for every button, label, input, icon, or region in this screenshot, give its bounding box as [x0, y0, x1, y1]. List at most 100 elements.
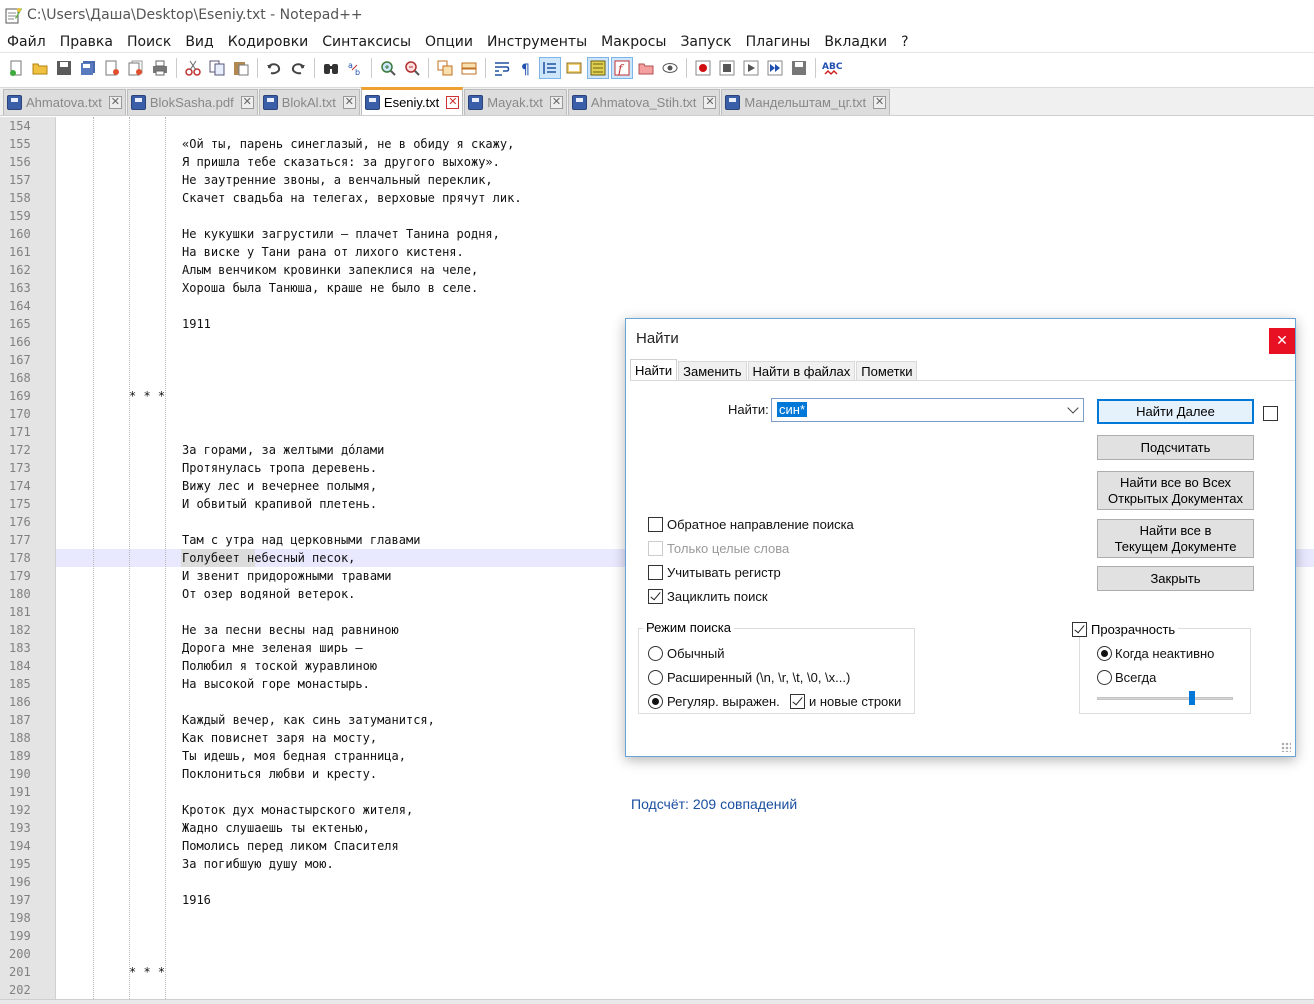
menu-settings[interactable]: Опции: [418, 34, 480, 50]
find-dialog: Найти ✕ Найти Заменить Найти в файлах По…: [625, 318, 1296, 812]
transparency-slider-track[interactable]: [1097, 697, 1233, 700]
cut-icon[interactable]: [182, 57, 204, 79]
tab-close-icon[interactable]: ✕: [342, 96, 356, 109]
search-mode-regex-radio[interactable]: [648, 694, 663, 709]
find-next-button[interactable]: Найти Далее: [1097, 399, 1254, 424]
dialog-title: Найти: [636, 330, 679, 347]
line-number: 194: [9, 839, 31, 853]
copy-icon[interactable]: [206, 57, 228, 79]
close-file-icon[interactable]: [101, 57, 123, 79]
line-number: 157: [9, 173, 31, 187]
transparency-on-lose-focus-radio[interactable]: [1097, 646, 1112, 661]
paste-icon[interactable]: [230, 57, 252, 79]
show-all-chars-icon[interactable]: ¶: [515, 57, 537, 79]
run-macro-multiple-icon[interactable]: [764, 57, 786, 79]
tab-ahmatova-stih[interactable]: Ahmatova_Stih.txt ✕: [567, 89, 721, 115]
resize-grip-icon[interactable]: [1281, 742, 1291, 752]
indent-guide-icon[interactable]: [539, 57, 561, 79]
open-file-icon[interactable]: [29, 57, 51, 79]
line-number: 167: [9, 353, 31, 367]
chevron-down-icon[interactable]: [1067, 402, 1079, 414]
zoom-out-icon[interactable]: [401, 57, 423, 79]
save-macro-icon[interactable]: [788, 57, 810, 79]
new-file-icon[interactable]: [5, 57, 27, 79]
transparency-slider-thumb[interactable]: [1189, 691, 1196, 705]
svg-text:a: a: [348, 61, 353, 70]
undo-icon[interactable]: [263, 57, 285, 79]
find-all-in-current-doc-button[interactable]: Найти все в Текущем Документе: [1097, 519, 1254, 558]
dialog-title-bar[interactable]: Найти ✕: [626, 319, 1295, 359]
backward-direction-checkbox[interactable]: [648, 517, 663, 532]
play-macro-icon[interactable]: [740, 57, 762, 79]
folder-as-workspace-icon[interactable]: [635, 57, 657, 79]
line-number: 180: [9, 587, 31, 601]
tab-bloksasha[interactable]: BlokSasha.pdf ✕: [126, 89, 258, 115]
line-number: 156: [9, 155, 31, 169]
menu-file[interactable]: Файл: [0, 34, 53, 50]
count-button[interactable]: Подсчитать: [1097, 435, 1254, 460]
code-line: От озер водяной ветерок.: [182, 587, 356, 601]
menu-window[interactable]: Вкладки: [817, 34, 894, 50]
menu-search[interactable]: Поиск: [120, 34, 178, 50]
find-icon[interactable]: [320, 57, 342, 79]
menu-edit[interactable]: Правка: [53, 34, 120, 50]
close-icon[interactable]: ✕: [1269, 328, 1295, 354]
save-icon[interactable]: [53, 57, 75, 79]
print-icon[interactable]: [149, 57, 171, 79]
tab-find[interactable]: Найти: [630, 359, 678, 381]
tab-close-icon[interactable]: ✕: [873, 96, 887, 109]
dot-matches-newline-checkbox[interactable]: [790, 694, 805, 709]
sync-vertical-icon[interactable]: [434, 57, 456, 79]
user-defined-language-icon[interactable]: [563, 57, 585, 79]
menu-macro[interactable]: Макросы: [594, 34, 673, 50]
tab-mandelshtam[interactable]: Мандельштам_цг.txt ✕: [721, 89, 891, 115]
function-list-icon[interactable]: f: [611, 57, 633, 79]
close-all-icon[interactable]: [125, 57, 147, 79]
menu-tools[interactable]: Инструменты: [480, 34, 594, 50]
find-next-backward-checkbox[interactable]: [1263, 406, 1278, 421]
tab-close-icon[interactable]: ✕: [240, 96, 254, 109]
tab-mark[interactable]: Пометки: [856, 361, 918, 381]
find-all-in-open-docs-button[interactable]: Найти все во Всех Открытых Документах: [1097, 471, 1254, 510]
record-macro-icon[interactable]: [692, 57, 714, 79]
save-all-icon[interactable]: [77, 57, 99, 79]
line-number: 187: [9, 713, 31, 727]
menu-run[interactable]: Запуск: [673, 34, 738, 50]
close-button[interactable]: Закрыть: [1097, 566, 1254, 591]
whole-word-checkbox[interactable]: [648, 541, 663, 556]
word-wrap-icon[interactable]: [491, 57, 513, 79]
search-mode-extended-radio[interactable]: [648, 670, 663, 685]
spell-check-icon[interactable]: ABC: [821, 57, 843, 79]
line-number: 198: [9, 911, 31, 925]
menu-encoding[interactable]: Кодировки: [221, 34, 316, 50]
wrap-around-checkbox[interactable]: [648, 589, 663, 604]
tab-replace[interactable]: Заменить: [678, 361, 747, 381]
tab-close-icon[interactable]: ✕: [703, 96, 717, 109]
tab-eseniy[interactable]: Eseniy.txt ✕: [360, 87, 464, 115]
monitoring-icon[interactable]: [659, 57, 681, 79]
sync-horizontal-icon[interactable]: [458, 57, 480, 79]
menu-bar: Файл Правка Поиск Вид Кодировки Синтакси…: [0, 31, 1314, 53]
tab-find-in-files[interactable]: Найти в файлах: [747, 361, 856, 381]
tab-close-icon[interactable]: ✕: [549, 96, 563, 109]
tab-blokal[interactable]: BlokAl.txt ✕: [258, 89, 360, 115]
search-mode-normal-radio[interactable]: [648, 646, 663, 661]
transparency-checkbox[interactable]: [1072, 622, 1087, 637]
tab-ahmatova[interactable]: Ahmatova.txt ✕: [3, 89, 126, 115]
match-case-checkbox[interactable]: [648, 565, 663, 580]
menu-help[interactable]: ?: [894, 34, 915, 50]
transparency-always-radio[interactable]: [1097, 670, 1112, 685]
menu-plugins[interactable]: Плагины: [739, 34, 818, 50]
tab-close-icon[interactable]: ✕: [446, 96, 460, 109]
tab-close-icon[interactable]: ✕: [108, 96, 122, 109]
zoom-in-icon[interactable]: [377, 57, 399, 79]
tab-mayak[interactable]: Mayak.txt ✕: [464, 89, 567, 115]
find-input[interactable]: син*: [771, 398, 1084, 422]
button-line: Текущем Документе: [1114, 538, 1237, 554]
menu-language[interactable]: Синтаксисы: [315, 34, 418, 50]
redo-icon[interactable]: [287, 57, 309, 79]
menu-view[interactable]: Вид: [178, 34, 220, 50]
replace-icon[interactable]: ab: [344, 57, 366, 79]
document-map-icon[interactable]: [587, 57, 609, 79]
stop-macro-icon[interactable]: [716, 57, 738, 79]
